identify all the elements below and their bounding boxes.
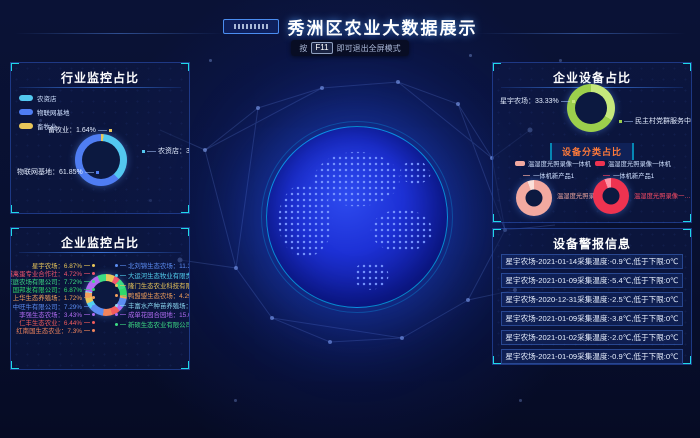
panel-industry-ratio: 行业监控占比 农资店物联网基地畜牧业 畜牧业：1.64% 农资店：36.51% …: [10, 62, 190, 214]
category-legend-right: 温湿度光照录像一体机 一体机新产品1: [595, 159, 671, 180]
panel-enterprise-monitor-ratio: 企业监控占比 星宇农场：6.87%红越禽蛋专业合作社：4.72%家庭农场有限公司…: [10, 227, 190, 370]
panel-enterprise-device-ratio: 企业设备占比 星宇农场：33.33% 民主村党群服务中心： 设备分类占比 温湿度…: [492, 62, 692, 223]
globe-visualization: [266, 126, 448, 308]
alarm-row: 星宇农场-2021-01-09采集温度:-5.4℃,低于下限:0℃: [501, 273, 683, 288]
hint-prefix: 按: [299, 43, 307, 54]
enterprise-label: 中旺牛有限公司：7.29%: [13, 302, 95, 310]
panel-title: 行业监控占比: [11, 69, 189, 86]
fullscreen-hint: 按 F11 即可退出全屏模式: [0, 40, 700, 56]
enterprise-label: 北刘锦生态农场：11.36%: [115, 261, 190, 271]
legend-item[interactable]: 物联网基地: [19, 107, 70, 117]
divider: [19, 252, 181, 253]
panel-title: 企业监控占比: [11, 234, 189, 251]
alarm-row: 星宇农场-2021-01-14采集温度:-0.9℃,低于下限:0℃: [501, 254, 683, 269]
category-pointer-label: 温湿度光照录像一…: [634, 191, 691, 200]
enterprise-label: 大运河生态牧业有限责任公: [115, 271, 190, 281]
enterprise-label: 新硕生态农业有限公司：6.87%: [115, 320, 190, 330]
device-category-title: 设备分类占比: [550, 143, 634, 160]
panel-title: 设备警报信息: [493, 235, 691, 252]
enterprise-label: 鸭盟盟生态农场：4.29: [115, 290, 190, 300]
enterprise-label: 丰富水产种苗养殖场：1.: [115, 300, 190, 310]
enterprise-label: 红南国生态农业：7.3%: [16, 327, 95, 335]
globe-continent-dots: [271, 131, 443, 303]
page-title: 秀洲区农业大数据展示: [288, 14, 478, 39]
alarm-row: 星宇农场-2020-12-31采集温度:-2.5℃,低于下限:0℃: [501, 292, 683, 307]
slice-label: 民主村党群服务中心：: [619, 116, 692, 126]
header: 秀洲区农业大数据展示: [0, 14, 700, 39]
legend-label: 农资店: [37, 93, 57, 103]
f11-key-badge: F11: [311, 42, 332, 54]
alarm-list: 星宇农场-2021-01-14采集温度:-0.9℃,低于下限:0℃ 星宇农场-20…: [501, 254, 683, 364]
hint-suffix: 即可退出全屏模式: [337, 43, 401, 54]
enterprise-label: 红越禽蛋专业合作社：4.72%: [10, 269, 95, 277]
alarm-row: 星宇农场-2021-01-02采集温度:-2.0℃,低于下限:0℃: [501, 330, 683, 345]
divider: [19, 87, 181, 88]
legend-swatch: [19, 109, 33, 115]
legend-swatch: [19, 123, 33, 129]
alarm-row: 星宇农场-2021-01-09采集温度:-3.8℃,低于下限:0℃: [501, 311, 683, 326]
enterprise-label: 上华生态养殖场：1.72%: [13, 294, 95, 302]
legend-item[interactable]: 一体机新产品1: [515, 171, 591, 180]
alarm-row: 星宇农场-2021-01-09采集温度:-0.9℃,低于下限:0℃: [501, 349, 683, 364]
industry-donut-chart[interactable]: [75, 134, 127, 186]
category-donut-right[interactable]: [593, 178, 629, 214]
legend-label: 物联网基地: [37, 107, 70, 117]
slice-label: 星宇农场：33.33%: [500, 96, 575, 106]
device-donut-chart[interactable]: [567, 84, 615, 132]
stars-decoration: [0, 0, 1, 1]
legend-swatch: [19, 95, 33, 101]
enterprise-label: 李强生态农场：3.43%: [19, 310, 95, 318]
legend-item[interactable]: 温湿度光照录像一体机: [595, 159, 671, 168]
legend-item[interactable]: 温湿度光照录像一体机: [515, 159, 591, 168]
legend-item[interactable]: 农资店: [19, 93, 70, 103]
enterprise-label: 成单花园合园地：15.02%: [115, 310, 190, 320]
category-legend-left: 温湿度光照录像一体机 一体机新产品1: [515, 159, 591, 180]
enterprise-labels-left: 星宇农场：6.87%红越禽蛋专业合作社：4.72%家庭农场有限公司：7.72%国…: [11, 261, 95, 335]
slice-label: 农资店：36.51%: [142, 146, 190, 156]
dashboard-screen: 秀洲区农业大数据展示 按 F11 即可退出全屏模式 行业监控占比 农资店物联网基…: [0, 0, 700, 438]
enterprise-label: 家庭农场有限公司：7.72%: [10, 277, 95, 285]
enterprise-label: 国邦发有限公司：6.87%: [13, 286, 95, 294]
brand-logo-icon: [223, 19, 279, 34]
slice-label: 畜牧业：1.64%: [48, 125, 112, 135]
enterprise-label: 隆门生态农业科技有限公: [115, 281, 190, 291]
panel-device-alarms: 设备警报信息 星宇农场-2021-01-14采集温度:-0.9℃,低于下限:0℃…: [492, 228, 692, 365]
enterprise-label: 仁丰生态农业：6.44%: [19, 318, 95, 326]
enterprise-label: 星宇农场：6.87%: [32, 261, 95, 269]
category-donut-left[interactable]: [516, 180, 552, 216]
slice-label: 物联网基地：61.85%: [17, 167, 99, 177]
enterprise-labels-right: 北刘锦生态农场：11.36%大运河生态牧业有限责任公隆门生态农业科技有限公鸭盟盟…: [115, 261, 190, 330]
